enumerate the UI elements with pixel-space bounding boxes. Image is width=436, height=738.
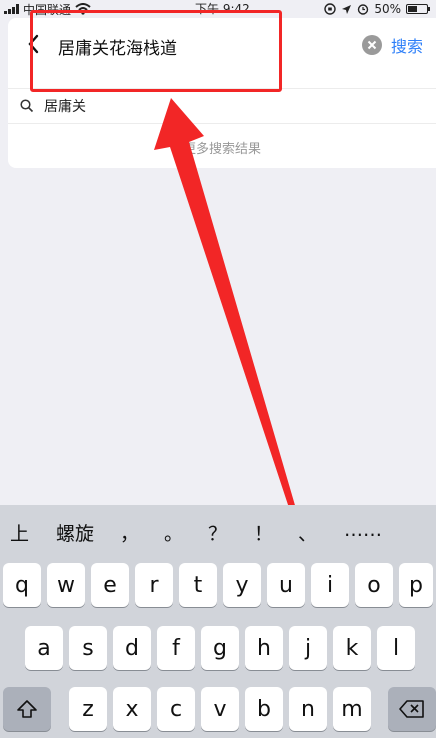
key-b[interactable]: b bbox=[245, 687, 283, 731]
key-p[interactable]: p bbox=[399, 563, 433, 607]
key-o[interactable]: o bbox=[355, 563, 393, 607]
key-k[interactable]: k bbox=[333, 626, 371, 670]
key-j[interactable]: j bbox=[289, 626, 327, 670]
key-y[interactable]: y bbox=[223, 563, 261, 607]
orientation-lock-icon bbox=[324, 3, 337, 15]
key-q[interactable]: q bbox=[3, 563, 41, 607]
battery-percent: 50% bbox=[374, 2, 401, 16]
suggestion-item[interactable]: 居庸关 bbox=[8, 88, 436, 124]
key-t[interactable]: t bbox=[179, 563, 217, 607]
key-n[interactable]: n bbox=[289, 687, 327, 731]
key-f[interactable]: f bbox=[157, 626, 195, 670]
key-r[interactable]: r bbox=[135, 563, 173, 607]
signal-icon bbox=[4, 4, 19, 14]
candidate-item[interactable]: ， bbox=[120, 519, 139, 546]
keyboard: 上 螺旋 ， 。 ？ ！ 、 …… q w e r t y u i o p a … bbox=[0, 505, 436, 738]
backspace-icon bbox=[399, 700, 424, 718]
search-icon bbox=[20, 99, 34, 113]
key-m[interactable]: m bbox=[333, 687, 371, 731]
key-l[interactable]: l bbox=[377, 626, 415, 670]
key-v[interactable]: v bbox=[201, 687, 239, 731]
more-results-link[interactable]: 更多搜索结果 bbox=[8, 138, 436, 157]
candidate-item[interactable]: 、 bbox=[298, 519, 317, 546]
candidate-item[interactable]: …… bbox=[344, 519, 382, 541]
key-c[interactable]: c bbox=[157, 687, 195, 731]
clear-icon[interactable] bbox=[362, 35, 382, 55]
key-i[interactable]: i bbox=[311, 563, 349, 607]
candidate-item[interactable]: ！ bbox=[254, 519, 273, 546]
candidate-item[interactable]: 上 bbox=[10, 519, 29, 546]
alarm-icon bbox=[358, 4, 369, 15]
highlight-box bbox=[30, 10, 282, 92]
key-x[interactable]: x bbox=[113, 687, 151, 731]
key-z[interactable]: z bbox=[69, 687, 107, 731]
key-s[interactable]: s bbox=[69, 626, 107, 670]
key-g[interactable]: g bbox=[201, 626, 239, 670]
key-w[interactable]: w bbox=[47, 563, 85, 607]
key-d[interactable]: d bbox=[113, 626, 151, 670]
search-button[interactable]: 搜索 bbox=[391, 32, 423, 58]
suggestion-label: 居庸关 bbox=[44, 99, 86, 115]
key-e[interactable]: e bbox=[91, 563, 129, 607]
delete-key[interactable] bbox=[388, 687, 436, 731]
candidate-bar: 上 螺旋 ， 。 ？ ！ 、 …… bbox=[0, 505, 436, 553]
battery-icon bbox=[406, 4, 430, 14]
candidate-item[interactable]: 。 bbox=[164, 519, 183, 546]
shift-arrow-icon bbox=[17, 700, 37, 718]
status-right: 50% bbox=[324, 0, 430, 18]
candidate-item[interactable]: 螺旋 bbox=[56, 519, 94, 546]
location-icon bbox=[342, 4, 352, 14]
shift-key[interactable] bbox=[3, 687, 51, 731]
key-h[interactable]: h bbox=[245, 626, 283, 670]
candidate-item[interactable]: ？ bbox=[208, 519, 227, 546]
key-a[interactable]: a bbox=[25, 626, 63, 670]
key-u[interactable]: u bbox=[267, 563, 305, 607]
